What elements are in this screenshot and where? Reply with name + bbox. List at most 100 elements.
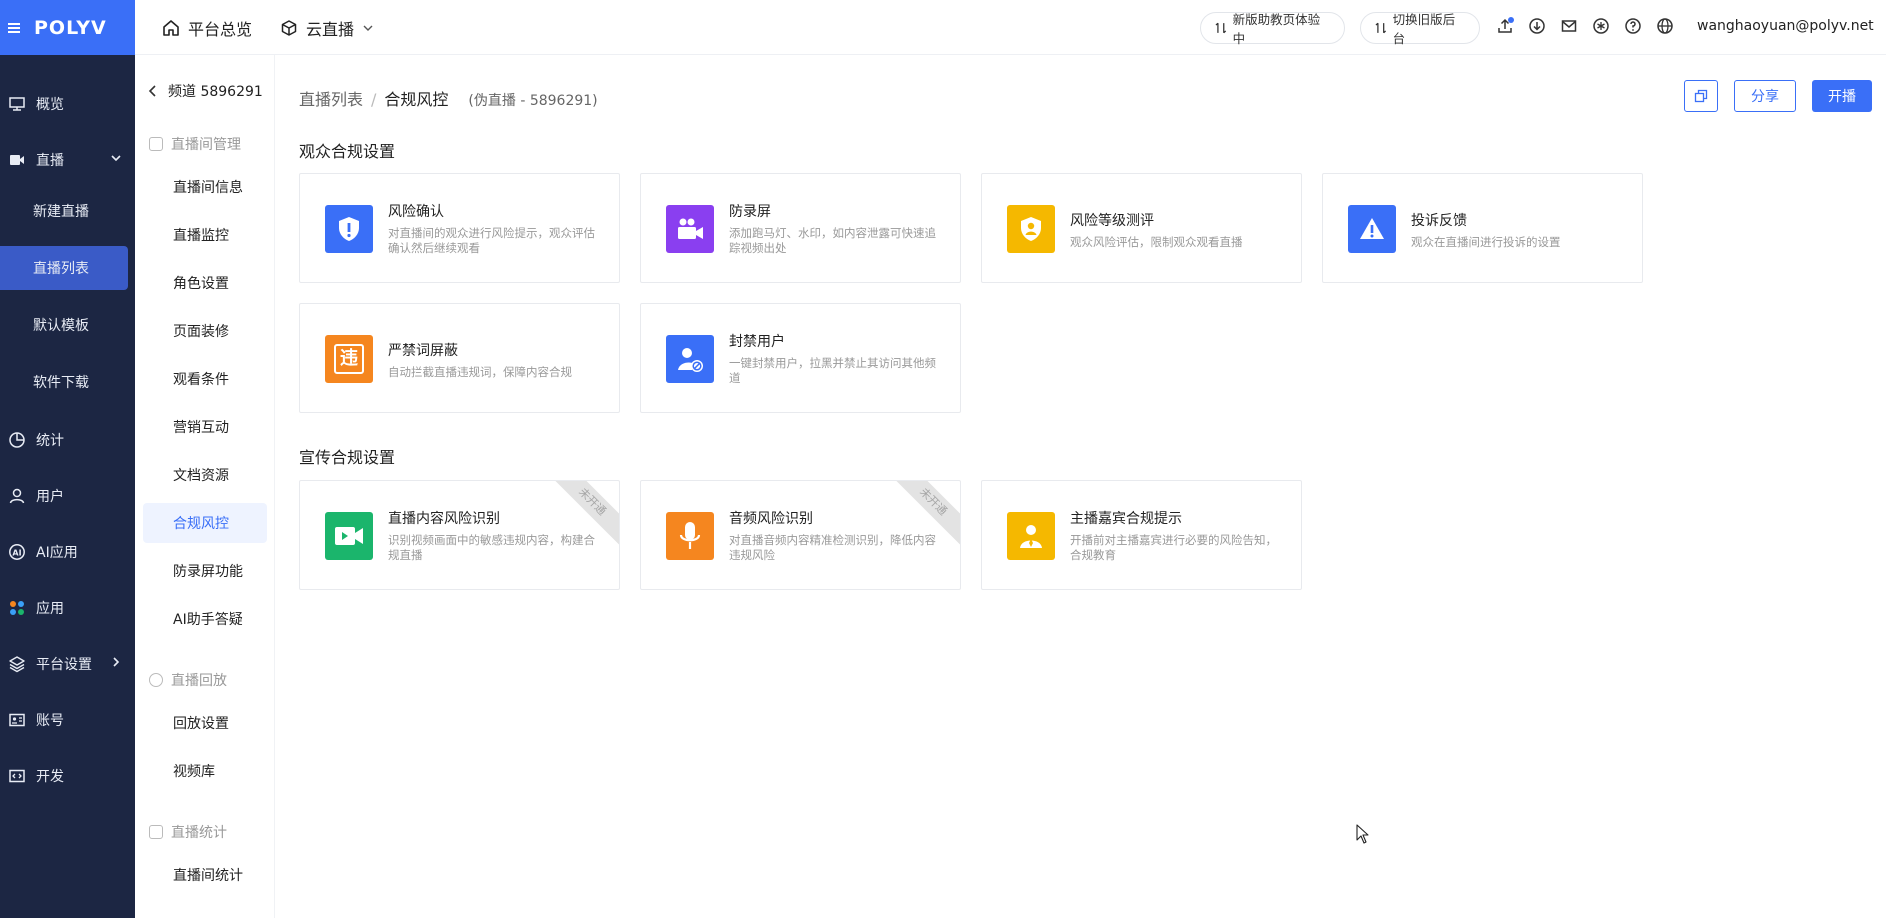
sidebar-item-label: 账号 — [36, 713, 64, 729]
download-icon[interactable] — [1528, 17, 1546, 35]
submenu-item-page-decoration[interactable]: 页面装修 — [143, 311, 267, 351]
card-description: 对直播间的观众进行风险提示，观众评估确认然后继续观看 — [388, 226, 595, 255]
submenu-item-marketing[interactable]: 营销互动 — [143, 407, 267, 447]
card-title: 投诉反馈 — [1411, 213, 1467, 229]
card-description: 自动拦截直播违规词，保障内容合规 — [388, 365, 572, 379]
card-content-risk-recognition[interactable]: 未开通 直播内容风险识别 识别视频画面中的敏感违规内容，构建合规直播 — [299, 480, 620, 590]
submenu-item-compliance[interactable]: 合规风控 — [143, 503, 267, 543]
submenu-item-watch-conditions[interactable]: 观看条件 — [143, 359, 267, 399]
sidebar-item-account[interactable]: 账号 — [0, 698, 135, 742]
card-ban-user[interactable]: 封禁用户 一键封禁用户，拉黑并禁止其访问其他频道 — [640, 303, 961, 413]
submenu-item-replay-settings[interactable]: 回放设置 — [143, 703, 267, 743]
shield-alert-icon — [325, 205, 373, 253]
back-to-channel[interactable]: 频道 5896291 — [148, 81, 263, 101]
sidebar-subitem-new-live[interactable]: 新建直播 — [0, 189, 128, 233]
submenu-item-anti-recording[interactable]: 防录屏功能 — [143, 551, 267, 591]
card-audio-risk-recognition[interactable]: 未开通 音频风险识别 对直播音频内容精准检测识别，降低内容违规风险 — [640, 480, 961, 590]
group-replay: 直播回放 — [149, 670, 227, 690]
submenu-item-ai-assistant[interactable]: AI助手答疑 — [143, 599, 267, 639]
sidebar-item-ai-apps[interactable]: AI AI应用 — [0, 530, 135, 574]
sidebar-item-live[interactable]: 直播 — [0, 138, 135, 182]
sidebar-item-stats[interactable]: 统计 — [0, 418, 135, 462]
warning-triangle-icon — [1348, 205, 1396, 253]
card-title: 主播嘉宾合规提示 — [1070, 511, 1182, 527]
sidebar-item-label: 直播 — [36, 153, 64, 169]
card-title: 封禁用户 — [729, 334, 785, 350]
nav-platform-overview-label: 平台总览 — [188, 19, 253, 39]
breadcrumb-parent[interactable]: 直播列表 — [299, 86, 363, 110]
submenu-item-room-stats[interactable]: 直播间统计 — [143, 855, 267, 895]
sidebar-item-label: 概览 — [36, 97, 64, 113]
chevron-right-icon — [113, 657, 120, 667]
card-title: 直播内容风险识别 — [388, 511, 500, 527]
channel-submenu: 频道 5896291 直播间管理 直播间信息 直播监控 角色设置 页面装修 观看… — [135, 55, 275, 918]
upload-icon[interactable] — [1496, 17, 1514, 35]
sidebar-item-label: 平台设置 — [36, 657, 92, 673]
card-risk-level[interactable]: 风险等级测评 观众风险评估，限制观众观看直播 — [981, 173, 1302, 283]
sidebar-item-overview[interactable]: 概览 — [0, 82, 135, 126]
submenu-item-video-library[interactable]: 视频库 — [143, 751, 267, 791]
submenu-item-documents[interactable]: 文档资源 — [143, 455, 267, 495]
video-recognition-icon — [325, 512, 373, 560]
sidebar-item-apps[interactable]: 应用 — [0, 586, 135, 630]
submenu-item-monitor[interactable]: 直播监控 — [143, 215, 267, 255]
share-button[interactable]: 分享 — [1734, 80, 1796, 112]
channel-label: 频道 5896291 — [168, 84, 263, 100]
hamburger-menu-icon[interactable] — [8, 21, 24, 35]
switch-old-backend-button[interactable]: 切换旧版后台 — [1360, 12, 1480, 46]
switch-old-backend-label: 切换旧版后台 — [1392, 12, 1456, 46]
user-email[interactable]: wanghaoyuan@polyv.net — [1697, 18, 1874, 34]
host-badge-icon — [1007, 512, 1055, 560]
svg-text:AI: AI — [12, 549, 21, 558]
submenu-item-room-info[interactable]: 直播间信息 — [143, 167, 267, 207]
sidebar-subitem-live-list[interactable]: 直播列表 — [0, 246, 128, 290]
chevron-down-icon — [363, 25, 373, 31]
ai-icon: AI — [9, 544, 25, 560]
breadcrumb: 直播列表 / 合规风控 (伪直播 - 5896291) — [299, 86, 598, 110]
banned-word-icon: 违 — [325, 335, 373, 383]
left-sidebar: 概览 直播 新建直播 直播列表 默认模板 软件下载 统计 用户 AI AI应用 … — [0, 55, 135, 918]
swap-icon — [1375, 22, 1387, 34]
globe-icon[interactable] — [1656, 17, 1674, 35]
brand-name: POLYV — [34, 16, 107, 39]
copy-icon — [1694, 89, 1708, 103]
swap-icon — [1215, 22, 1227, 34]
nav-cloud-live[interactable]: 云直播 — [280, 0, 374, 55]
monitor-icon — [9, 97, 25, 111]
video-camera-icon — [666, 205, 714, 253]
sidebar-item-label: AI应用 — [36, 545, 78, 561]
card-risk-confirm[interactable]: 风险确认 对直播间的观众进行风险提示，观众评估确认然后继续观看 — [299, 173, 620, 283]
sidebar-subitem-software-download[interactable]: 软件下载 — [0, 360, 128, 404]
card-complaint-feedback[interactable]: 投诉反馈 观众在直播间进行投诉的设置 — [1322, 173, 1643, 283]
copy-button[interactable] — [1684, 80, 1718, 112]
card-anti-recording[interactable]: 防录屏 添加跑马灯、水印，如内容泄露可快速追踪视频出处 — [640, 173, 961, 283]
code-window-icon — [9, 769, 25, 783]
mouse-cursor-icon — [1356, 824, 1369, 844]
help-icon[interactable] — [1624, 17, 1642, 35]
brand-logo[interactable]: POLYV — [0, 0, 135, 55]
top-header: POLYV 平台总览 云直播 新版助教页体验中 切换旧版后台 wanghaoyu… — [0, 0, 1886, 55]
card-host-compliance-tips[interactable]: 主播嘉宾合规提示 开播前对主播嘉宾进行必要的风险告知，合规教育 — [981, 480, 1302, 590]
new-assistant-page-toggle[interactable]: 新版助教页体验中 — [1200, 12, 1345, 46]
bar-chart-icon — [149, 825, 163, 839]
sidebar-item-dev[interactable]: 开发 — [0, 754, 135, 798]
card-title: 音频风险识别 — [729, 511, 813, 527]
sidebar-item-platform-settings[interactable]: 平台设置 — [0, 642, 135, 686]
section-audience-title: 观众合规设置 — [299, 142, 396, 161]
snowflake-icon[interactable] — [1592, 17, 1610, 35]
chevron-left-icon — [148, 85, 156, 97]
section-promo-title: 宣传合规设置 — [299, 448, 396, 467]
submenu-item-roles[interactable]: 角色设置 — [143, 263, 267, 303]
mail-icon[interactable] — [1560, 17, 1578, 35]
card-banned-words[interactable]: 违 严禁词屏蔽 自动拦截直播违规词，保障内容合规 — [299, 303, 620, 413]
card-description: 观众风险评估，限制观众观看直播 — [1070, 235, 1243, 249]
user-shield-icon — [1007, 205, 1055, 253]
card-title: 防录屏 — [729, 204, 771, 220]
microphone-icon — [666, 512, 714, 560]
start-live-button[interactable]: 开播 — [1812, 80, 1872, 112]
card-title: 风险等级测评 — [1070, 213, 1154, 229]
sidebar-item-label: 开发 — [36, 769, 64, 785]
sidebar-subitem-default-template[interactable]: 默认模板 — [0, 303, 128, 347]
nav-platform-overview[interactable]: 平台总览 — [162, 0, 252, 55]
sidebar-item-users[interactable]: 用户 — [0, 474, 135, 518]
